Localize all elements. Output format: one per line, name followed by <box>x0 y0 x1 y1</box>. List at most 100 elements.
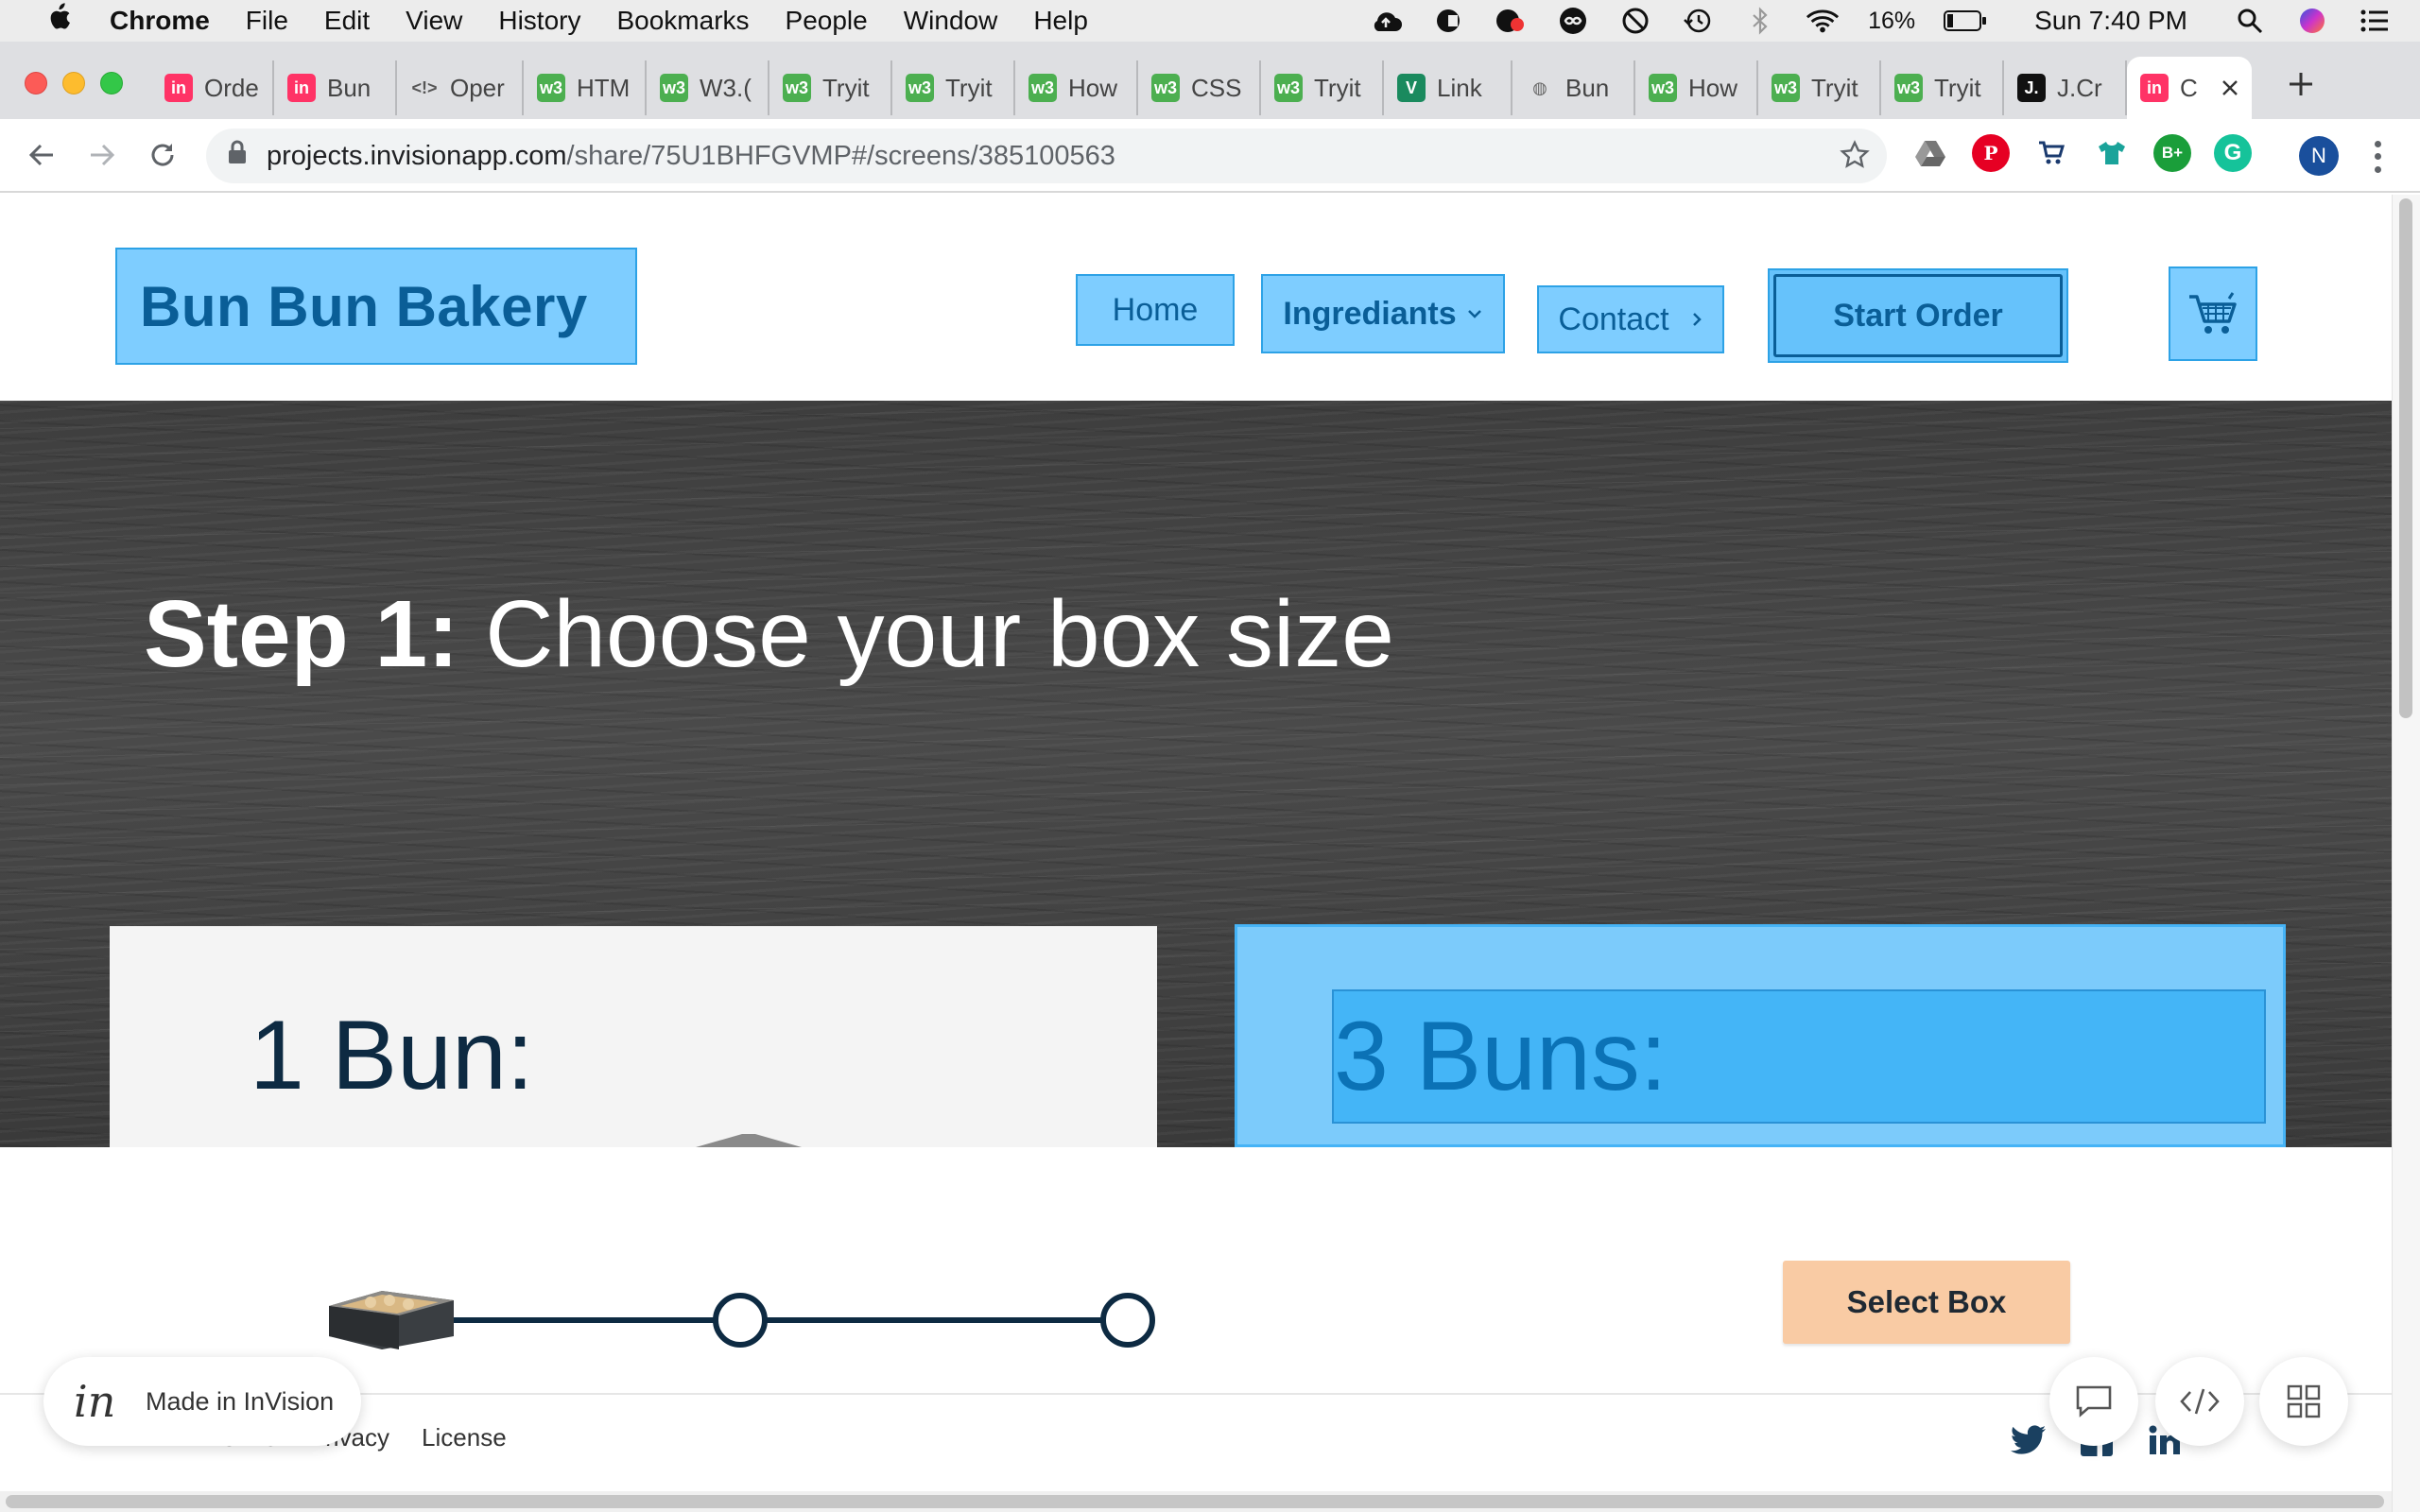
v-icon: V <box>1397 74 1426 102</box>
time-machine-icon[interactable] <box>1681 6 1715 36</box>
window-zoom-button[interactable] <box>100 72 123 94</box>
browser-tab[interactable]: V Link <box>1384 60 1512 115</box>
nav-home-label: Home <box>1112 291 1199 328</box>
profile-avatar[interactable]: N <box>2299 136 2339 176</box>
browser-tab[interactable]: w3 How <box>1015 60 1138 115</box>
google-drive-icon[interactable] <box>1911 134 1949 172</box>
browser-tab[interactable]: w3 Tryit <box>1758 60 1881 115</box>
wifi-icon[interactable] <box>1806 6 1840 36</box>
box-option-card-3-buns[interactable]: 3 Buns: <box>1235 924 2286 1147</box>
footer-link-license[interactable]: License <box>422 1423 507 1452</box>
forward-button[interactable] <box>81 134 123 176</box>
infinity-icon[interactable] <box>1556 6 1590 36</box>
code-icon <box>2180 1388 2220 1415</box>
chevron-down-icon <box>1467 310 1481 318</box>
scrollbar-thumb[interactable] <box>6 1495 2384 1508</box>
window-minimize-button[interactable] <box>62 72 85 94</box>
comment-icon <box>2076 1385 2112 1418</box>
browser-tab[interactable]: in C <box>2127 57 2252 119</box>
blocked-icon[interactable] <box>1618 6 1652 36</box>
lock-icon[interactable] <box>227 140 255 172</box>
w3schools-icon: w3 <box>1028 74 1057 102</box>
twitter-icon[interactable] <box>2008 1419 2049 1461</box>
browser-tab[interactable]: w3 CSS <box>1138 60 1261 115</box>
tab-title: Tryit <box>822 73 870 102</box>
tab-title: C <box>2180 73 2198 102</box>
bluetooth-icon[interactable] <box>1743 6 1777 36</box>
horizontal-scrollbar[interactable] <box>0 1491 2392 1512</box>
bplus-extension-icon[interactable]: B+ <box>2153 134 2191 172</box>
tab-title: HTM <box>577 73 631 102</box>
start-order-label: Start Order <box>1833 297 2003 334</box>
browser-tab[interactable]: w3 Tryit <box>769 60 892 115</box>
browser-tab[interactable]: ◍ Bun <box>1512 60 1635 115</box>
menubar-clock[interactable]: Sun 7:40 PM <box>2034 6 2187 36</box>
menu-window[interactable]: Window <box>904 6 998 36</box>
card-title-hotspot[interactable]: 3 Buns: <box>1332 989 2266 1124</box>
shopping-cart-extension-icon[interactable] <box>2032 134 2070 172</box>
browser-tab[interactable]: w3 How <box>1635 60 1758 115</box>
box-option-card-1-bun[interactable]: 1 Bun: <box>110 926 1157 1147</box>
card-header: 1 Bun: <box>110 926 1157 1147</box>
vertical-scrollbar[interactable] <box>2392 195 2420 1512</box>
menu-edit[interactable]: Edit <box>324 6 370 36</box>
menu-app-name[interactable]: Chrome <box>110 6 210 36</box>
app-c-icon[interactable] <box>1431 6 1465 36</box>
select-box-button[interactable]: Select Box <box>1783 1261 2070 1344</box>
bun-box-step-icon[interactable] <box>325 1285 458 1351</box>
browser-tab[interactable]: J. J.Cr <box>2004 60 2127 115</box>
site-logo[interactable]: Bun Bun Bakery <box>115 248 637 365</box>
browser-tab[interactable]: w3 W3.( <box>647 60 769 115</box>
address-bar[interactable]: projects.invisionapp.com/share/75U1BHFGV… <box>206 129 1887 183</box>
start-order-button[interactable]: Start Order <box>1768 268 2068 363</box>
menu-history[interactable]: History <box>498 6 580 36</box>
browser-tab[interactable]: w3 Tryit <box>1261 60 1384 115</box>
menu-view[interactable]: View <box>406 6 462 36</box>
new-tab-button[interactable] <box>2278 60 2324 108</box>
inspect-code-button[interactable] <box>2155 1357 2244 1446</box>
made-in-invision-badge[interactable]: in Made in InVision <box>43 1357 361 1446</box>
progress-step-3[interactable] <box>1100 1293 1155 1348</box>
window-close-button[interactable] <box>25 72 47 94</box>
spotlight-search-icon[interactable] <box>2233 6 2267 36</box>
tab-title: Tryit <box>945 73 993 102</box>
nav-home-link[interactable]: Home <box>1076 274 1235 346</box>
browser-tab[interactable]: w3 Tryit <box>892 60 1015 115</box>
tab-title: Tryit <box>1314 73 1361 102</box>
screens-grid-button[interactable] <box>2259 1357 2348 1446</box>
menu-people[interactable]: People <box>786 6 868 36</box>
bookmark-star-icon[interactable] <box>1840 140 1870 178</box>
apple-menu-icon[interactable] <box>36 2 81 40</box>
notification-center-icon[interactable] <box>2358 6 2392 36</box>
browser-tab[interactable]: w3 Tryit <box>1881 60 2004 115</box>
invision-icon: in <box>287 74 316 102</box>
siri-icon[interactable] <box>2295 6 2329 36</box>
scrollbar-thumb[interactable] <box>2399 198 2412 718</box>
browser-tab[interactable]: in Bun <box>274 60 397 115</box>
browser-tab[interactable]: w3 HTM <box>524 60 647 115</box>
menu-file[interactable]: File <box>246 6 288 36</box>
chrome-menu-icon[interactable] <box>2363 138 2392 176</box>
tab-title: How <box>1688 73 1738 102</box>
tshirt-icon[interactable] <box>2093 134 2131 172</box>
battery-icon[interactable] <box>1944 6 1987 36</box>
creative-cloud-icon[interactable] <box>1494 6 1528 36</box>
browser-tab[interactable]: <!> Oper <box>397 60 524 115</box>
browser-tab[interactable]: in Orde <box>151 60 274 115</box>
comments-button[interactable] <box>2049 1357 2138 1446</box>
menu-help[interactable]: Help <box>1033 6 1088 36</box>
progress-step-2[interactable] <box>713 1293 768 1348</box>
nav-contact-link[interactable]: Contact <box>1537 285 1724 353</box>
globe-icon: ◍ <box>1532 77 1547 97</box>
close-tab-icon[interactable] <box>2221 74 2238 103</box>
cloud-upload-icon[interactable] <box>1369 6 1403 36</box>
back-button[interactable] <box>21 134 62 176</box>
cart-button[interactable] <box>2169 266 2257 361</box>
nav-ingredients-dropdown[interactable]: Ingrediants <box>1261 274 1505 353</box>
pinterest-icon[interactable]: P <box>1972 134 2010 172</box>
nav-ingredients-label: Ingrediants <box>1283 295 1457 332</box>
grammarly-icon[interactable]: G <box>2214 134 2252 172</box>
shopping-cart-icon <box>2189 292 2237 334</box>
reload-button[interactable] <box>142 134 183 176</box>
menu-bookmarks[interactable]: Bookmarks <box>616 6 749 36</box>
